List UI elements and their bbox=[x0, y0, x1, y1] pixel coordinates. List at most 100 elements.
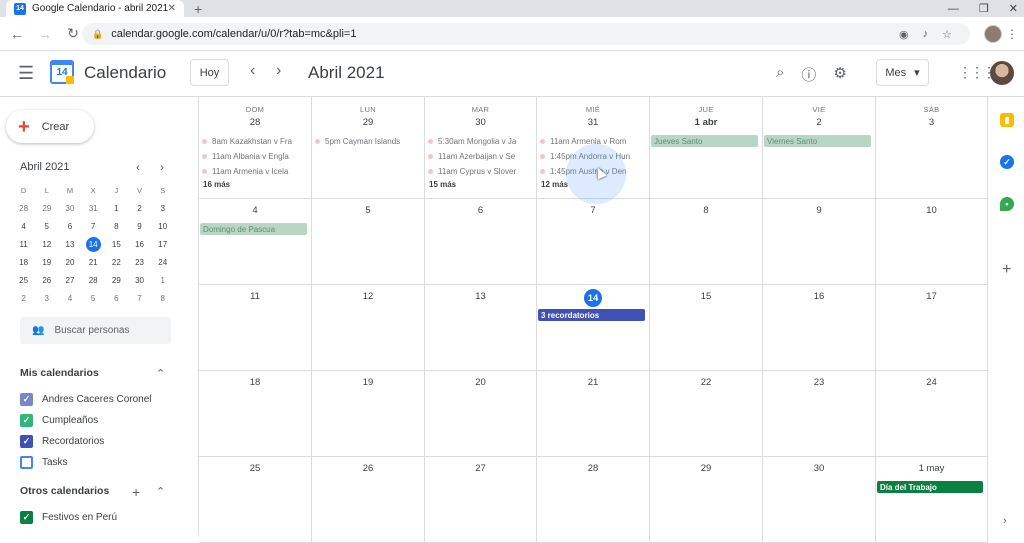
mini-prev-icon[interactable]: ‹ bbox=[136, 160, 140, 174]
mini-day[interactable]: 13 bbox=[58, 235, 81, 253]
day-cell[interactable]: 7 bbox=[537, 199, 650, 285]
mini-day[interactable]: 9 bbox=[128, 217, 151, 235]
bookmark-star-icon[interactable]: ☆ bbox=[942, 28, 952, 41]
day-cell[interactable]: 9 bbox=[763, 199, 876, 285]
window-close-icon[interactable]: ✕ bbox=[1009, 2, 1018, 15]
calendar-logo-icon[interactable]: 14 bbox=[50, 60, 74, 84]
day-cell[interactable]: 18 bbox=[199, 371, 312, 457]
day-number[interactable]: 1 may bbox=[876, 463, 987, 474]
day-cell[interactable]: 13 bbox=[425, 285, 537, 371]
tasks-icon[interactable]: ✓ bbox=[1000, 155, 1014, 169]
day-cell[interactable]: 4 Domingo de Pascua bbox=[199, 199, 312, 285]
mini-day[interactable]: 3 bbox=[151, 199, 174, 217]
event-chip[interactable]: 11am Albania v Engla bbox=[202, 150, 308, 162]
address-bar[interactable]: 🔒 calendar.google.com/calendar/u/0/r?tab… bbox=[82, 23, 970, 45]
mini-day[interactable]: 4 bbox=[12, 217, 35, 235]
mini-day[interactable]: 10 bbox=[151, 217, 174, 235]
expand-panel-icon[interactable]: › bbox=[1003, 515, 1007, 527]
day-cell[interactable]: 12 bbox=[312, 285, 425, 371]
gear-icon[interactable]: ⚙ bbox=[833, 64, 846, 85]
bell-muted-icon[interactable]: ♪ bbox=[923, 28, 929, 41]
mini-day[interactable]: 30 bbox=[58, 199, 81, 217]
mini-day[interactable]: 4 bbox=[58, 289, 81, 307]
mini-day[interactable]: 1 bbox=[151, 271, 174, 289]
day-cell[interactable]: DOM 28 8am Kazakhstan v Fra 11am Albania v … bbox=[199, 97, 312, 199]
day-cell[interactable]: 16 bbox=[763, 285, 876, 371]
day-number[interactable]: 14 bbox=[584, 289, 602, 307]
more-events-link[interactable]: 16 más bbox=[203, 180, 230, 189]
mini-day[interactable]: 26 bbox=[35, 271, 58, 289]
mini-day[interactable]: 21 bbox=[82, 253, 105, 271]
mini-day[interactable]: 12 bbox=[35, 235, 58, 253]
day-cell[interactable]: 19 bbox=[312, 371, 425, 457]
mini-day[interactable]: 19 bbox=[35, 253, 58, 271]
mini-day[interactable]: 8 bbox=[151, 289, 174, 307]
browser-menu-icon[interactable]: ⋮ bbox=[1006, 27, 1018, 41]
day-number[interactable]: 13 bbox=[425, 291, 536, 302]
day-number[interactable]: 15 bbox=[650, 291, 762, 302]
create-button[interactable]: + Crear bbox=[6, 110, 94, 143]
checkbox[interactable]: ✓ bbox=[20, 435, 33, 448]
event-chip[interactable]: 8am Kazakhstan v Fra bbox=[202, 135, 308, 147]
event-chip[interactable]: 11am Azerbaijan v Se bbox=[428, 150, 533, 162]
day-cell[interactable]: 11 bbox=[199, 285, 312, 371]
mini-day[interactable]: 14 bbox=[85, 236, 101, 252]
event-bar[interactable]: Viernes Santo bbox=[764, 135, 871, 147]
day-number[interactable]: 11 bbox=[199, 291, 311, 302]
day-number[interactable]: 22 bbox=[650, 377, 762, 388]
day-number[interactable]: 8 bbox=[650, 205, 762, 216]
day-number[interactable]: 9 bbox=[763, 205, 875, 216]
day-number[interactable]: 10 bbox=[876, 205, 987, 216]
day-number[interactable]: 29 bbox=[650, 463, 762, 474]
day-cell[interactable]: JUE 1 abr Jueves Santo bbox=[650, 97, 763, 199]
mini-day[interactable]: 5 bbox=[82, 289, 105, 307]
day-number[interactable]: 23 bbox=[763, 377, 875, 388]
day-number[interactable]: 27 bbox=[425, 463, 536, 474]
chevron-up-icon[interactable]: ⌃ bbox=[156, 367, 165, 380]
today-button[interactable]: Hoy bbox=[190, 59, 229, 86]
day-number[interactable]: 31 bbox=[537, 117, 649, 128]
day-number[interactable]: 6 bbox=[425, 205, 536, 216]
search-people-input[interactable]: 👥 Buscar personas bbox=[20, 317, 171, 344]
app-name[interactable]: Calendario bbox=[84, 63, 166, 83]
day-cell[interactable]: 15 bbox=[650, 285, 763, 371]
event-chip[interactable]: 5pm Cayman Islands bbox=[315, 135, 421, 147]
day-cell[interactable]: 28 bbox=[537, 457, 650, 543]
day-cell[interactable]: VIE 2 Viernes Santo bbox=[763, 97, 876, 199]
calendar-item[interactable]: ✓ Andres Caceres Coronel bbox=[20, 393, 152, 406]
mini-day[interactable]: 16 bbox=[128, 235, 151, 253]
restore-icon[interactable]: ❐ bbox=[979, 2, 989, 15]
my-calendars-title[interactable]: Mis calendarios bbox=[20, 367, 99, 379]
mini-day[interactable]: 2 bbox=[12, 289, 35, 307]
mini-day[interactable]: 1 bbox=[105, 199, 128, 217]
day-number[interactable]: 19 bbox=[312, 377, 424, 388]
day-cell[interactable]: 22 bbox=[650, 371, 763, 457]
mini-day[interactable]: 24 bbox=[151, 253, 174, 271]
day-cell[interactable]: LUN 29 5pm Cayman Islands bbox=[312, 97, 425, 199]
calendar-item[interactable]: ✓ Cumpleaños bbox=[20, 414, 98, 427]
close-tab-icon[interactable]: ✕ bbox=[168, 3, 176, 14]
day-number[interactable]: 26 bbox=[312, 463, 424, 474]
day-number[interactable]: 18 bbox=[199, 377, 311, 388]
mini-day[interactable]: 8 bbox=[105, 217, 128, 235]
mini-day[interactable]: 6 bbox=[58, 217, 81, 235]
mini-day[interactable]: 28 bbox=[82, 271, 105, 289]
day-cell[interactable]: 8 bbox=[650, 199, 763, 285]
day-number[interactable]: 28 bbox=[199, 117, 311, 128]
day-number[interactable]: 29 bbox=[312, 117, 424, 128]
mini-day[interactable]: 7 bbox=[128, 289, 151, 307]
day-cell[interactable]: 25 bbox=[199, 457, 312, 543]
mini-day[interactable]: 23 bbox=[128, 253, 151, 271]
day-cell[interactable]: MAR 30 5:30am Mongolia v Ja 11am Azerbaijan… bbox=[425, 97, 537, 199]
eye-icon[interactable]: ◉ bbox=[899, 28, 909, 41]
chevron-up-icon[interactable]: ⌃ bbox=[156, 485, 165, 498]
lock-icon[interactable]: 🔒 bbox=[92, 29, 103, 40]
back-icon[interactable]: ← bbox=[6, 26, 28, 42]
add-addon-icon[interactable]: + bbox=[1002, 261, 1011, 279]
search-icon[interactable]: ⌕ bbox=[776, 64, 784, 85]
day-number[interactable]: 21 bbox=[537, 377, 649, 388]
day-cell[interactable]: 24 bbox=[876, 371, 988, 457]
day-cell[interactable]: 6 bbox=[425, 199, 537, 285]
event-bar[interactable]: Jueves Santo bbox=[651, 135, 758, 147]
mini-day[interactable]: 2 bbox=[128, 199, 151, 217]
